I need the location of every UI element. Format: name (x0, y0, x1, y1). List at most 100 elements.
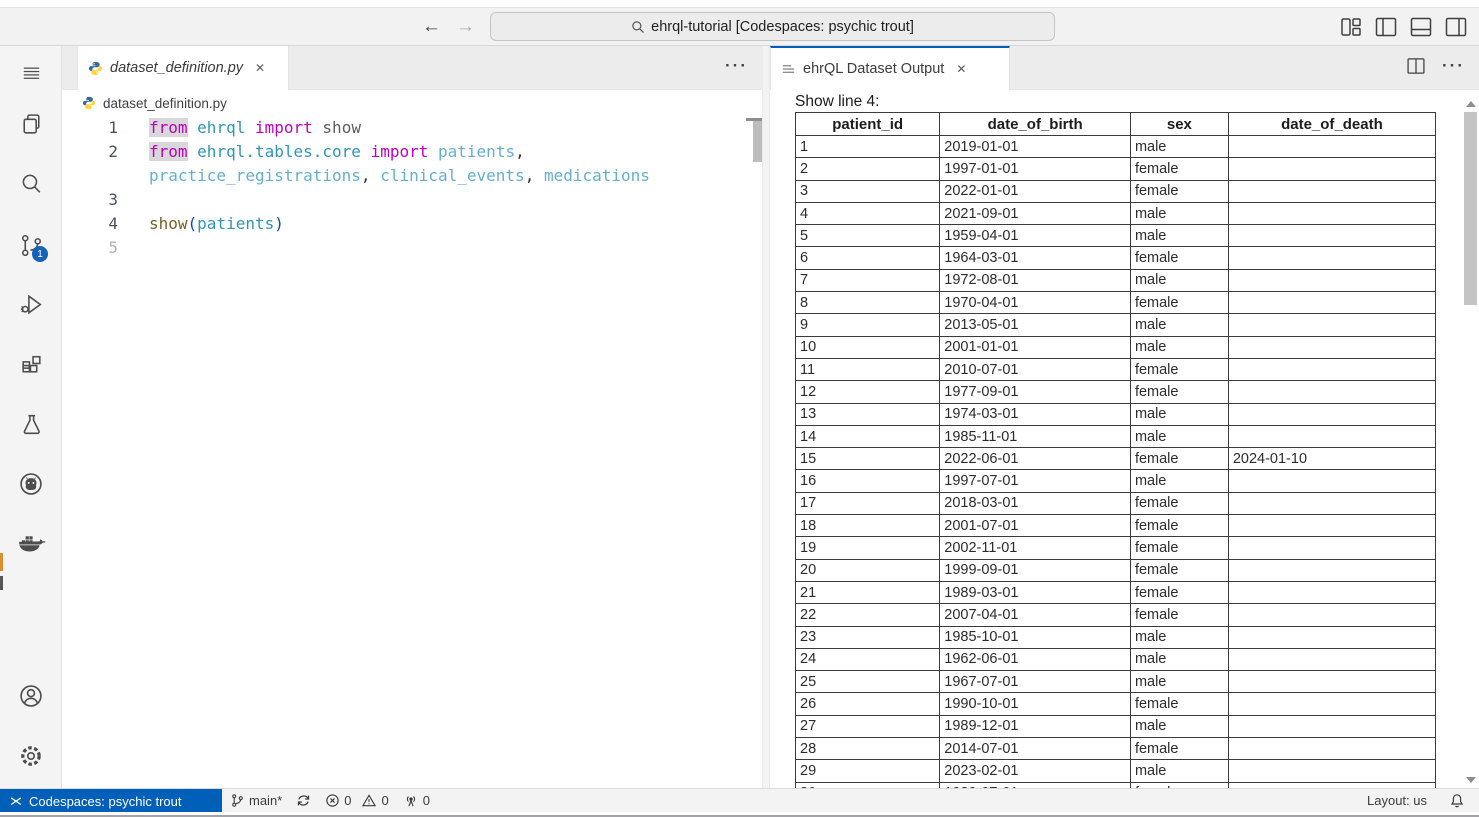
table-cell: 2007-04-01 (940, 604, 1131, 626)
tab-ehrql-dataset-output[interactable]: ehrQL Dataset Output ✕ (770, 46, 1010, 90)
sidebar-item-explorer[interactable] (13, 106, 49, 142)
table-cell: 1999-09-01 (940, 559, 1131, 581)
nav-back-button[interactable]: ← (422, 14, 441, 40)
toggle-secondary-sidebar-button[interactable] (1443, 15, 1469, 39)
panel-scrollbar (1462, 46, 1479, 788)
code-line[interactable]: 5 (62, 236, 755, 260)
table-cell: male (1130, 336, 1228, 358)
breadcrumb[interactable]: dataset_definition.py (62, 90, 762, 116)
menu-button[interactable] (13, 54, 49, 90)
problems-item[interactable]: 0 0 (325, 793, 388, 808)
ports-count: 0 (423, 793, 430, 808)
table-cell: 18 (796, 515, 940, 537)
sidebar-item-testing[interactable] (13, 406, 49, 442)
dataset-table: patient_iddate_of_birthsexdate_of_death … (795, 112, 1436, 788)
table-cell: 3 (796, 180, 940, 202)
accounts-button[interactable] (13, 678, 49, 714)
nav-forward-button[interactable]: → (456, 14, 475, 40)
table-cell (1228, 269, 1435, 291)
branch-item[interactable]: main* (230, 793, 282, 808)
table-cell (1228, 381, 1435, 403)
status-left-items: main* 0 0 0 (230, 789, 430, 812)
code-token: , (361, 166, 380, 185)
tab-dataset-definition[interactable]: dataset_definition.py ✕ (77, 46, 289, 90)
tab-close-icon[interactable]: ✕ (956, 62, 966, 76)
code-token: ) (274, 214, 284, 233)
table-cell: 2023-02-01 (940, 760, 1131, 782)
sync-item[interactable] (296, 793, 311, 808)
sidebar-item-github[interactable] (13, 466, 49, 502)
code-line[interactable]: practice_registrations, clinical_events,… (62, 164, 755, 188)
vscode-window: ← → ehrql-tutorial [Codespaces: psychic … (0, 0, 1479, 817)
code-token: patients (197, 214, 274, 233)
table-cell: 20 (796, 559, 940, 581)
editor-scrollbar[interactable] (753, 121, 762, 162)
table-cell: female (1130, 158, 1228, 180)
table-cell (1228, 470, 1435, 492)
run-debug-icon (18, 291, 45, 318)
remote-indicator[interactable]: Codespaces: psychic trout (0, 789, 222, 813)
table-cell (1228, 581, 1435, 603)
table-cell: female (1130, 581, 1228, 603)
table-row: 42021-09-01male (796, 202, 1436, 224)
sidebar-item-search[interactable] (13, 166, 49, 202)
table-cell: female (1130, 292, 1228, 314)
sidebar-item-docker[interactable] (13, 526, 49, 562)
code-line[interactable]: 1from ehrql import show (62, 116, 755, 140)
code-line[interactable]: 3 (62, 188, 755, 212)
settings-button[interactable] (13, 738, 49, 774)
tab-close-icon[interactable]: ✕ (255, 61, 265, 75)
editor-group-sash[interactable] (762, 46, 770, 788)
table-cell: 1985-10-01 (940, 626, 1131, 648)
table-row: 222007-04-01female (796, 604, 1436, 626)
table-cell (1228, 425, 1435, 447)
code-token: show (322, 118, 361, 137)
output-icon (781, 62, 796, 77)
table-cell: female (1130, 738, 1228, 760)
ports-item[interactable]: 0 (403, 793, 430, 808)
table-cell (1228, 314, 1435, 336)
warning-icon (361, 793, 377, 808)
table-row: 251967-07-01male (796, 671, 1436, 693)
table-cell: 13 (796, 403, 940, 425)
command-center-search[interactable]: ehrql-tutorial [Codespaces: psychic trou… (490, 12, 1055, 41)
panel-actions: ··· (1406, 56, 1465, 76)
table-cell: 19 (796, 537, 940, 559)
edge-artifact-dark (0, 576, 3, 590)
table-cell: 1964-03-01 (940, 247, 1131, 269)
scrollbar-thumb[interactable] (1464, 112, 1477, 305)
table-cell (1228, 693, 1435, 715)
code-line[interactable]: 4show(patients) (62, 212, 755, 236)
toggle-primary-sidebar-button[interactable] (1373, 15, 1399, 39)
scroll-down-arrow[interactable] (1466, 777, 1476, 783)
code-token: patients (438, 142, 515, 161)
code-token: ehrql (197, 118, 245, 137)
table-cell (1228, 671, 1435, 693)
table-cell: 25 (796, 671, 940, 693)
split-editor-icon[interactable] (1406, 56, 1426, 76)
editor-more-actions[interactable]: ··· (725, 56, 748, 76)
customize-layout-button[interactable] (1338, 15, 1364, 39)
sidebar-item-run-debug[interactable] (13, 286, 49, 322)
toggle-panel-button[interactable] (1408, 15, 1434, 39)
table-cell: 29 (796, 760, 940, 782)
table-row: 231985-10-01male (796, 626, 1436, 648)
code-line[interactable]: 2from ehrql.tables.core import patients, (62, 140, 755, 164)
table-cell (1228, 158, 1435, 180)
output-panel-group: ehrQL Dataset Output ✕ ··· Show line 4: … (770, 46, 1479, 788)
code-lines[interactable]: 1from ehrql import show2from ehrql.table… (62, 116, 755, 260)
scroll-up-arrow[interactable] (1466, 101, 1476, 107)
table-cell (1228, 180, 1435, 202)
layout-item[interactable]: Layout: us (1367, 793, 1427, 808)
table-cell: female (1130, 559, 1228, 581)
code-token (188, 142, 198, 161)
table-cell: 15 (796, 448, 940, 470)
table-cell: 2010-07-01 (940, 358, 1131, 380)
sidebar-item-extensions[interactable] (13, 346, 49, 382)
table-row: 102001-01-01male (796, 336, 1436, 358)
table-row: 32022-01-01female (796, 180, 1436, 202)
table-column-header: patient_id (796, 113, 940, 136)
bell-icon[interactable] (1449, 793, 1465, 809)
table-cell (1228, 358, 1435, 380)
table-cell: 2013-05-01 (940, 314, 1131, 336)
